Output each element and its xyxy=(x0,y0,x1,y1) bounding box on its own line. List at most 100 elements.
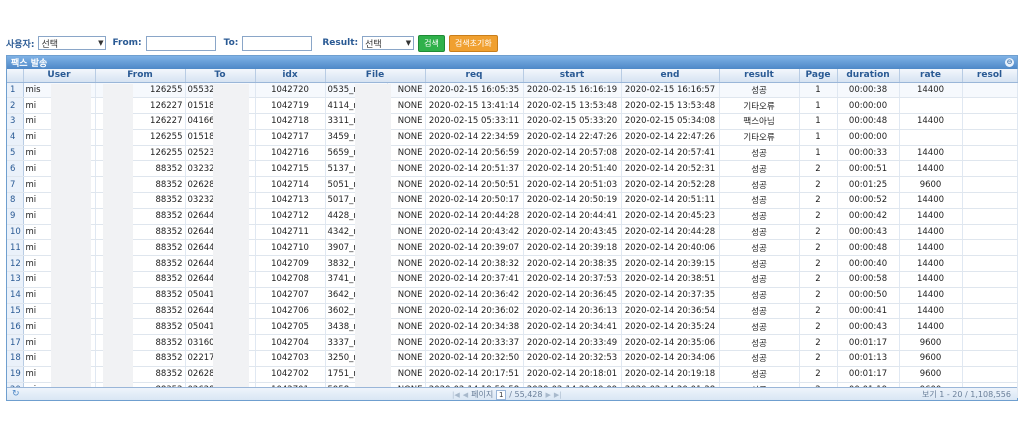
reset-search-button[interactable]: 검색초기화 xyxy=(448,34,498,52)
table-row[interactable]: 8 mi 88352 03232 1042713 5017_mi NONE 2020-02-1… xyxy=(7,192,1018,209)
cell-rate: 14400 xyxy=(899,208,963,225)
cell-req: 2020-02-14 20:38:32 xyxy=(425,255,524,273)
cell-req: 2020-02-15 13:41:14 xyxy=(425,97,524,115)
cell-file-type: NONE xyxy=(387,366,426,383)
header-file[interactable]: File xyxy=(325,69,426,83)
collapse-icon[interactable]: ⊖ xyxy=(1005,58,1014,67)
cell-file-type: NONE xyxy=(387,255,426,273)
cell-end: 2020-02-14 20:45:23 xyxy=(621,208,720,225)
header-idx[interactable]: idx xyxy=(255,69,326,83)
cell-idx: 1042719 xyxy=(255,97,326,115)
cell-start: 2020-02-14 20:36:45 xyxy=(523,287,622,304)
cell-resol xyxy=(962,239,1018,257)
header-page[interactable]: Page xyxy=(799,69,838,83)
header-rate[interactable]: rate xyxy=(899,69,963,83)
table-row[interactable]: 5 mi 126255 02523 1042716 5659_mi NONE 2020-02-… xyxy=(7,145,1018,162)
cell-rate: 14400 xyxy=(899,303,963,320)
header-start[interactable]: start xyxy=(523,69,622,83)
cell-start: 2020-02-14 20:51:03 xyxy=(523,176,622,194)
cell-end: 2020-02-14 20:40:06 xyxy=(621,239,720,257)
table-row[interactable]: 3 mi 126227 04166 1042718 3311_mi NONE 2020-02-… xyxy=(7,113,1018,130)
cell-req: 2020-02-14 20:43:42 xyxy=(425,224,524,241)
header-duration[interactable]: duration xyxy=(837,69,900,83)
cell-req: 2020-02-15 16:05:35 xyxy=(425,82,524,99)
cell-end: 2020-02-14 22:47:26 xyxy=(621,129,720,146)
cell-idx: 1042707 xyxy=(255,287,326,304)
table-row[interactable]: 19 mi 88352 02628 1042702 1751_mi NONE 2020-02-… xyxy=(7,366,1018,383)
header-to[interactable]: To xyxy=(185,69,256,83)
cell-resol xyxy=(962,334,1018,352)
cell-file-type: NONE xyxy=(387,224,426,241)
header-req[interactable]: req xyxy=(425,69,524,83)
to-input[interactable] xyxy=(242,35,313,51)
page-input[interactable]: 1 xyxy=(496,389,507,400)
cell-start: 2020-02-14 20:37:53 xyxy=(523,271,622,288)
cell-resol xyxy=(962,192,1018,209)
table-row[interactable]: 7 mi 88352 02628 1042714 5051_mi NONE 2020-02-1… xyxy=(7,176,1018,194)
table-row[interactable]: 12 mi 88352 02644 1042709 3832_mi NONE 2020-02-… xyxy=(7,255,1018,273)
cell-duration: 00:00:00 xyxy=(837,129,900,146)
row-number: 2 xyxy=(7,97,24,115)
cell-idx: 1042710 xyxy=(255,239,326,257)
header-end[interactable]: end xyxy=(621,69,720,83)
cell-rate: 9600 xyxy=(899,334,963,352)
next-page-icon[interactable]: ▶ xyxy=(545,391,550,399)
header-result[interactable]: result xyxy=(719,69,800,83)
row-number: 7 xyxy=(7,176,24,194)
table-row[interactable]: 14 mi 88352 050415 1042707 3642_mi NONE 2020-02… xyxy=(7,287,1018,304)
search-button[interactable]: 검색 xyxy=(418,34,445,52)
cell-duration: 00:00:41 xyxy=(837,303,900,320)
cell-resol xyxy=(962,366,1018,383)
cell-page: 2 xyxy=(799,334,838,352)
cell-page: 2 xyxy=(799,208,838,225)
cell-req: 2020-02-14 20:33:37 xyxy=(425,334,524,352)
header-from[interactable]: From xyxy=(95,69,186,83)
table-row[interactable]: 18 mi 88352 02217 1042703 3250_mi NONE 2020-02-… xyxy=(7,350,1018,367)
user-select[interactable]: 선택 ▼ xyxy=(38,36,107,50)
last-page-icon[interactable]: ▶| xyxy=(554,391,562,399)
table-row[interactable]: 13 mi 88352 02644 1042708 3741_mi NONE 2020-02-… xyxy=(7,271,1018,288)
table-row[interactable]: 6 mi 88352 03232 1042715 5137_mi NONE 2020-02-1… xyxy=(7,160,1018,178)
user-select-value: 선택 xyxy=(41,39,59,50)
cell-rate: 14400 xyxy=(899,224,963,241)
cell-start: 2020-02-14 20:50:19 xyxy=(523,192,622,209)
chevron-down-icon: ▼ xyxy=(98,39,104,47)
table-row[interactable]: 16 mi 88352 050415 1042705 3438_mi NONE 2020-02… xyxy=(7,318,1018,336)
table-row[interactable]: 1 mis 126255 05532 1042720 0535_mi NONE 2020-02… xyxy=(7,82,1018,99)
result-select[interactable]: 선택 ▼ xyxy=(362,36,415,50)
row-number: 3 xyxy=(7,113,24,130)
result-label: Result: xyxy=(322,38,359,48)
cell-result: 기타오류 xyxy=(719,129,800,146)
table-row[interactable]: 4 mi 126255 015180 1042717 3459_mi NONE 2020-02… xyxy=(7,129,1018,146)
cell-duration: 00:00:43 xyxy=(837,318,900,336)
table-row[interactable]: 17 mi 88352 03160 1042704 3337_mi NONE 2020-02-… xyxy=(7,334,1018,352)
table-row[interactable]: 9 mi 88352 02644 1042712 4428_mi NONE 2020-02-1… xyxy=(7,208,1018,225)
cell-idx: 1042717 xyxy=(255,129,326,146)
prev-page-icon[interactable]: ◀ xyxy=(463,391,468,399)
cell-end: 2020-02-14 20:38:51 xyxy=(621,271,720,288)
cell-rate: 14400 xyxy=(899,192,963,209)
table-row[interactable]: 2 mi 126227 015180 1042719 4114_mi NONE 2020-02… xyxy=(7,97,1018,115)
table-row[interactable]: 15 mi 88352 02644 1042706 3602_mi NONE 2020-02-… xyxy=(7,303,1018,320)
cell-end: 2020-02-14 20:37:35 xyxy=(621,287,720,304)
from-input[interactable] xyxy=(145,35,216,51)
header-user[interactable]: User xyxy=(23,69,96,83)
row-number: 14 xyxy=(7,287,24,304)
row-number: 1 xyxy=(7,82,24,99)
cell-resol xyxy=(962,176,1018,194)
cell-rate: 9600 xyxy=(899,176,963,194)
table-row[interactable]: 10 mi 88352 02644 1042711 4342_mi NONE 2020-02-… xyxy=(7,224,1018,241)
row-number: 6 xyxy=(7,160,24,178)
cell-duration: 00:00:48 xyxy=(837,113,900,130)
header-resol[interactable]: resol xyxy=(962,69,1018,83)
cell-req: 2020-02-14 20:56:59 xyxy=(425,145,524,162)
cell-idx: 1042706 xyxy=(255,303,326,320)
first-page-icon[interactable]: |◀ xyxy=(452,391,460,399)
cell-result: 성공 xyxy=(719,145,800,162)
redaction-mask xyxy=(213,84,249,388)
refresh-icon[interactable]: ↻ xyxy=(12,389,20,399)
cell-req: 2020-02-14 20:17:51 xyxy=(425,366,524,383)
view-info: 보기 1 - 20 / 1,108,556 xyxy=(921,390,1011,399)
table-row[interactable]: 11 mi 88352 02644 1042710 3907_mi NONE 2020-02-… xyxy=(7,239,1018,257)
cell-duration: 00:00:43 xyxy=(837,224,900,241)
